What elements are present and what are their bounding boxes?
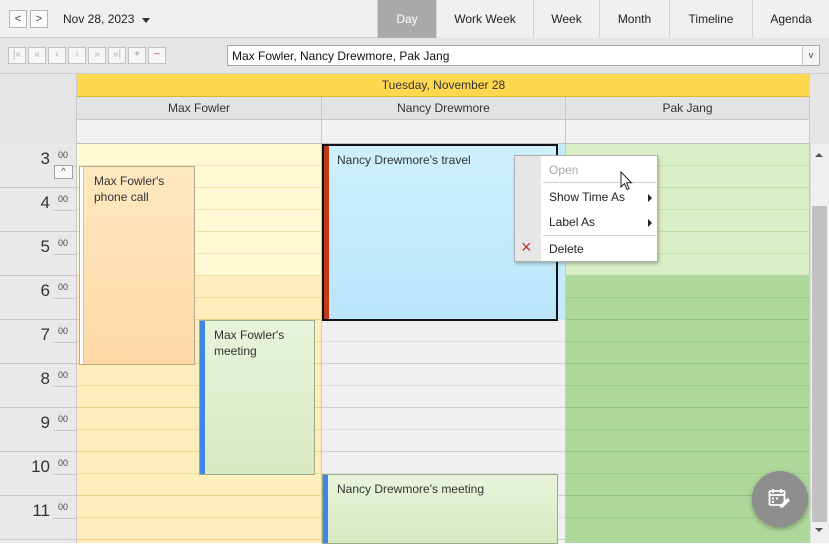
scroll-down-icon[interactable]	[814, 526, 824, 534]
hour-slot: 8 00	[0, 364, 76, 408]
submenu-arrow-icon	[648, 219, 652, 227]
status-strip	[80, 167, 84, 364]
calendar-edit-icon	[768, 489, 790, 508]
chevron-down-icon[interactable]: v	[802, 46, 819, 65]
resource-header-max-fowler: Max Fowler	[77, 97, 322, 120]
new-appointment-fab[interactable]	[752, 471, 808, 527]
prev-page-icon: «	[34, 49, 40, 60]
resource-header-pak-jang: Pak Jang	[566, 97, 810, 120]
status-strip	[200, 321, 205, 474]
resource-select[interactable]: Max Fowler, Nancy Drewmore, Pak Jang v	[227, 45, 820, 66]
all-day-cell-max-fowler[interactable]	[77, 120, 322, 144]
hour-slot: 7 00	[0, 320, 76, 364]
header-corner	[0, 74, 77, 144]
appointment-max-meeting[interactable]: Max Fowler's meeting	[199, 320, 315, 475]
mouse-cursor-icon	[620, 171, 633, 191]
caret-down-icon[interactable]	[142, 18, 150, 23]
appointment-subject: Max Fowler's meeting	[214, 328, 285, 358]
plus-icon: +	[134, 49, 140, 60]
chevron-up-icon: ^	[61, 166, 66, 176]
hour-slot: 5 00	[0, 232, 76, 276]
next-resource-button[interactable]: ›	[68, 47, 86, 64]
menu-item-delete[interactable]: Delete	[549, 242, 584, 256]
decrease-count-button[interactable]: −	[148, 47, 166, 64]
resource-select-value: Max Fowler, Nancy Drewmore, Pak Jang	[232, 49, 450, 63]
hour-slot: 10 00	[0, 452, 76, 496]
tab-week[interactable]: Week	[533, 0, 599, 38]
tab-month[interactable]: Month	[599, 0, 669, 38]
menu-item-open[interactable]: Open	[549, 163, 578, 177]
tab-timeline[interactable]: Timeline	[669, 0, 752, 38]
prev-icon: ‹	[55, 49, 59, 60]
menu-separator	[543, 235, 656, 236]
menu-item-show-time-as[interactable]: Show Time As	[549, 190, 625, 204]
next-page-icon: »	[94, 49, 100, 60]
appointment-nancy-meeting[interactable]: Nancy Drewmore's meeting	[322, 474, 558, 544]
hour-slot: 9 00	[0, 408, 76, 452]
first-icon: |«	[12, 49, 22, 60]
time-ruler: 3 00 4 00 5 00 6 00 7 00 8 00 9 00 10 00 11 00	[0, 144, 77, 543]
header-scroll-spacer	[810, 74, 829, 144]
first-resource-button[interactable]: |«	[8, 47, 26, 64]
resource-header-nancy-drewmore: Nancy Drewmore	[322, 97, 566, 120]
prev-page-button[interactable]: «	[28, 47, 46, 64]
delete-icon: ×	[521, 237, 532, 257]
hour-slot: 6 00	[0, 276, 76, 320]
date-header: Tuesday, November 28	[77, 74, 810, 97]
minus-icon: −	[154, 49, 160, 60]
scroll-up-icon[interactable]	[814, 151, 824, 159]
appointment-context-menu: Open Show Time As Label As × Delete	[514, 155, 658, 262]
appointment-phone-call[interactable]: Max Fowler's phone call	[79, 166, 195, 365]
hour-slot: 11 00	[0, 496, 76, 540]
hour-slot: 4 00	[0, 188, 76, 232]
next-icon: ›	[75, 49, 79, 60]
next-date-button[interactable]: >	[30, 10, 48, 28]
prev-resource-button[interactable]: ‹	[48, 47, 66, 64]
tab-work-week[interactable]: Work Week	[436, 0, 533, 38]
increase-count-button[interactable]: +	[128, 47, 146, 64]
status-strip	[323, 475, 328, 543]
last-icon: »|	[112, 49, 122, 60]
tab-agenda[interactable]: Agenda	[752, 0, 829, 38]
chevron-right-icon: >	[35, 13, 43, 25]
submenu-arrow-icon	[648, 194, 652, 202]
tab-day[interactable]: Day	[377, 0, 436, 38]
appointment-subject: Nancy Drewmore's travel	[337, 153, 471, 167]
menu-separator	[543, 182, 656, 183]
more-appointments-up-button[interactable]: ^	[54, 165, 73, 179]
all-day-cell-pak-jang[interactable]	[566, 120, 810, 144]
last-resource-button[interactable]: »|	[108, 47, 126, 64]
chevron-left-icon: <	[14, 13, 22, 25]
appointment-subject: Max Fowler's phone call	[94, 174, 165, 204]
next-page-button[interactable]: »	[88, 47, 106, 64]
appointment-subject: Nancy Drewmore's meeting	[337, 482, 485, 496]
all-day-cell-nancy-drewmore[interactable]	[322, 120, 566, 144]
scrollbar-thumb[interactable]	[812, 206, 827, 522]
status-strip	[324, 146, 329, 319]
previous-date-button[interactable]: <	[9, 10, 27, 28]
date-navigator[interactable]: Nov 28, 2023	[63, 12, 134, 26]
menu-item-label-as[interactable]: Label As	[549, 215, 595, 229]
